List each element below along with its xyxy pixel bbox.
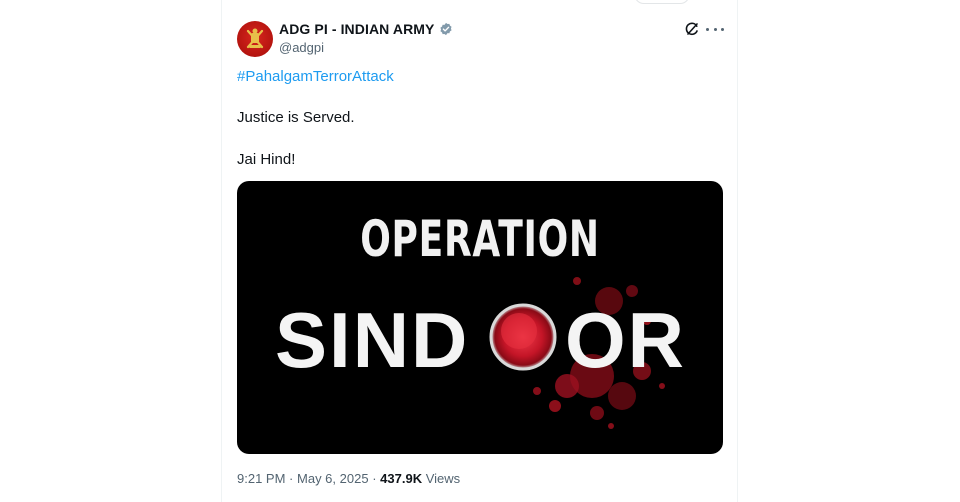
army-emblem-icon (246, 28, 264, 49)
views-label: Views (425, 471, 461, 486)
tweet-metadata: 9:21 PM · May 6, 2025 · 437.9K Views (237, 471, 460, 486)
media-title-operation: OPERATION (360, 210, 600, 268)
author-handle[interactable]: @adgpi (279, 40, 324, 55)
dot-icon (706, 27, 709, 31)
hashtag-link[interactable]: #PahalgamTerrorAttack (237, 68, 394, 85)
views-count: 437.9K (380, 471, 423, 486)
avatar[interactable] (237, 21, 273, 57)
more-options-icon[interactable] (706, 21, 724, 37)
tweet-time[interactable]: 9:21 PM (237, 471, 285, 486)
separator: · (289, 471, 294, 486)
tweet-card-left-border (221, 0, 222, 502)
dot-icon (713, 27, 717, 31)
author-display-name[interactable]: ADG PI - INDIAN ARMY (279, 21, 434, 37)
separator: · (372, 471, 377, 486)
author-name-row: ADG PI - INDIAN ARMY (279, 21, 453, 37)
dot-icon (721, 27, 724, 31)
previous-element-pill (634, 0, 690, 4)
grok-icon[interactable] (684, 21, 700, 37)
tweet-text-line: Justice is Served. (237, 109, 355, 126)
tweet-date[interactable]: May 6, 2025 (297, 471, 369, 486)
media-title-sindoor-left: SIND (275, 296, 470, 384)
tweet-card-right-border (737, 0, 738, 502)
media-title-sindoor-right: OR (565, 296, 686, 384)
tweet-text-line: Jai Hind! (237, 151, 296, 168)
verified-badge-icon (440, 22, 453, 36)
tweet-media-image[interactable]: OPERATION SIND OR (237, 181, 723, 454)
